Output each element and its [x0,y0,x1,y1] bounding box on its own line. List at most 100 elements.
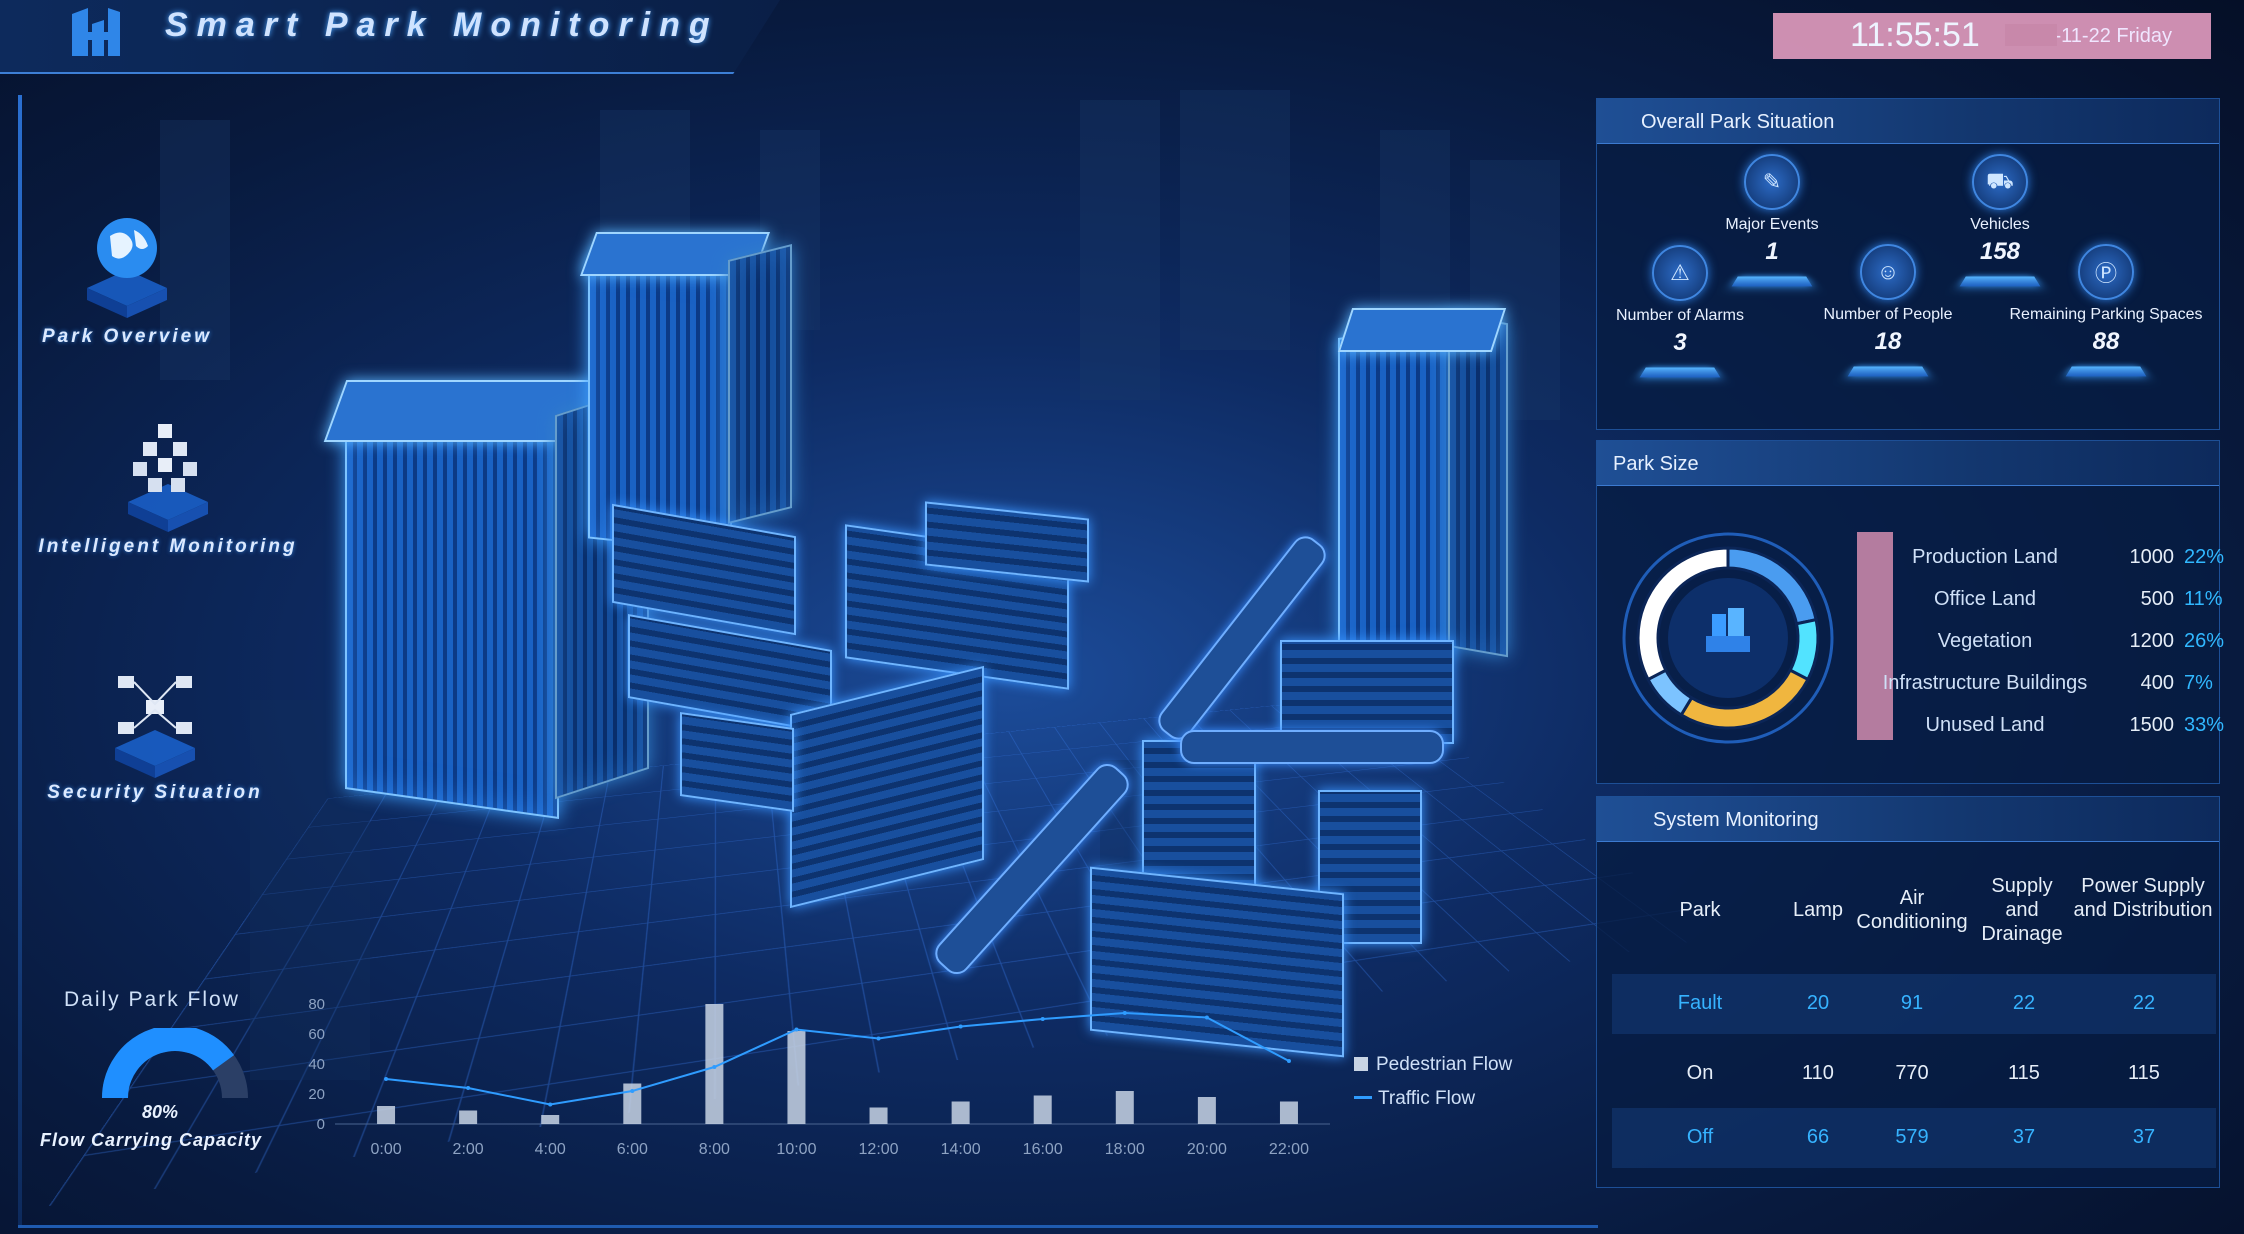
stat-base [2066,366,2147,376]
x-tick-label: 8:00 [699,1141,730,1158]
tower-b-side [728,244,792,524]
table-cell: 22 [2104,992,2184,1015]
point-traffic [959,1025,963,1029]
row-percent: 33% [2184,714,2224,737]
cube-cluster-icon [113,418,223,528]
tower-b[interactable] [588,254,732,553]
nav-park-overview[interactable]: Park Overview [22,208,232,348]
stat-value: 3 [1600,329,1760,357]
tower-c-side [1448,313,1508,658]
col-header: Lamp [1778,898,1858,922]
gauge-fill [115,1038,224,1098]
donut-center-building-icon [1706,608,1750,652]
park-size-row: Vegetation 1200 26% [1850,630,2220,656]
row-value: 1000 [2114,546,2174,569]
panel-title: Park Size [1613,453,1699,476]
table-cell: 115 [1984,1062,2064,1085]
legend-label: Traffic Flow [1378,1088,1475,1109]
x-tick-label: 12:00 [859,1141,899,1158]
x-tick-label: 16:00 [1023,1141,1063,1158]
x-tick-label: 22:00 [1269,1141,1309,1158]
point-traffic [1041,1017,1045,1021]
gauge-label: Flow Carrying Capacity [40,1130,262,1151]
nav-intelligent-monitoring[interactable]: Intelligent Monitoring [18,418,318,558]
people-icon: ☺ [1860,244,1916,300]
table-row[interactable]: Off 66 579 37 37 [1612,1108,2216,1168]
legend-swatch-bar [1354,1057,1368,1071]
table-cell: 91 [1872,992,1952,1015]
point-traffic [1287,1059,1291,1063]
bar-pedestrian[interactable] [541,1115,559,1124]
y-tick-label: 60 [308,1026,325,1043]
row-name: Vegetation [1850,630,2120,653]
point-traffic [1205,1016,1209,1020]
x-tick-label: 18:00 [1105,1141,1145,1158]
row-value: 1500 [2114,714,2174,737]
clock-time: 11:55:51 [1850,16,1980,55]
date-overlay [2005,24,2057,46]
stat-base [1732,276,1813,286]
table-cell: 579 [1872,1126,1952,1149]
bar-pedestrian[interactable] [870,1108,888,1125]
legend-pedestrian[interactable]: Pedestrian Flow [1354,1054,1512,1076]
nav-label: Security Situation [30,782,280,804]
bar-pedestrian[interactable] [459,1111,477,1125]
y-tick-label: 40 [308,1056,325,1073]
row-value: 1200 [2114,630,2174,653]
legend-label: Pedestrian Flow [1376,1054,1512,1075]
row-percent: 26% [2184,630,2224,653]
bar-pedestrian[interactable] [1198,1097,1216,1124]
flow-title: Daily Park Flow [64,988,240,1012]
x-tick-label: 4:00 [535,1141,566,1158]
row-name: Infrastructure Buildings [1850,672,2120,695]
tower-a[interactable] [345,395,559,819]
donut-slice[interactable] [1790,620,1818,680]
x-tick-label: 20:00 [1187,1141,1227,1158]
table-cell: On [1660,1062,1740,1085]
table-cell: 115 [2104,1062,2184,1085]
line-traffic[interactable] [386,1013,1289,1105]
bar-pedestrian[interactable] [1034,1096,1052,1125]
bar-pedestrian[interactable] [1280,1102,1298,1125]
point-traffic [548,1103,552,1107]
row-value: 500 [2114,588,2174,611]
stat-parking[interactable]: Ⓟ Remaining Parking Spaces 88 [1986,244,2226,378]
bar-pedestrian[interactable] [952,1102,970,1125]
row-percent: 11% [2184,588,2223,611]
row-percent: 22% [2184,546,2224,569]
x-tick-label: 10:00 [776,1141,816,1158]
parking-icon: Ⓟ [2078,244,2134,300]
y-tick-label: 0 [317,1116,325,1133]
x-tick-label: 6:00 [617,1141,648,1158]
block-6[interactable] [680,712,794,812]
legend-traffic[interactable]: Traffic Flow [1354,1088,1475,1110]
y-tick-label: 80 [308,996,325,1013]
table-cell: 66 [1778,1126,1858,1149]
bar-pedestrian[interactable] [787,1031,805,1124]
logo-icon [68,6,124,58]
daily-flow-chart[interactable]: 0 20 40 60 80 0:00 2:00 4:00 6:00 8:00 10:00 12:00 1… [300,990,1350,1190]
table-row[interactable]: On 110 770 115 115 [1612,1044,2216,1104]
page-title: Smart Park Monitoring [165,6,719,45]
park-size-row: Office Land 500 11% [1850,588,2220,614]
table-cell: Off [1660,1126,1740,1149]
stat-value: 88 [1986,328,2226,356]
stat-label: Number of Alarms [1600,307,1760,325]
x-tick-label: 14:00 [941,1141,981,1158]
bar-pedestrian[interactable] [377,1106,395,1124]
point-traffic [1123,1011,1127,1015]
point-traffic [630,1089,634,1093]
bar-pedestrian[interactable] [1116,1091,1134,1124]
park-size-donut[interactable] [1618,528,1838,748]
y-tick-label: 20 [308,1086,325,1103]
park-size-row: Production Land 1000 22% [1850,546,2220,572]
x-tick-label: 2:00 [453,1141,484,1158]
tower-c[interactable] [1338,322,1452,672]
x-tick-label: 0:00 [370,1141,401,1158]
col-header: Park [1660,898,1740,922]
panel-head: System Monitoring [1597,797,2219,842]
table-row[interactable]: Fault 20 91 22 22 [1612,974,2216,1034]
table-cell: 770 [1872,1062,1952,1085]
nav-security-situation[interactable]: Security Situation [30,664,280,804]
legend-swatch-line [1354,1096,1372,1099]
